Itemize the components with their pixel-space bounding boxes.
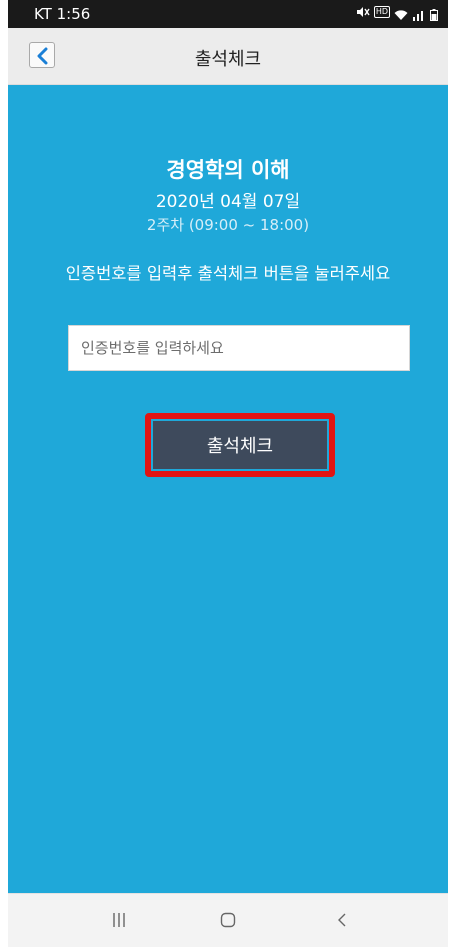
home-icon[interactable] <box>220 912 236 932</box>
recents-icon[interactable] <box>112 912 126 932</box>
mute-icon <box>356 6 370 18</box>
hd-icon: HD <box>373 6 390 18</box>
instruction-text: 인증번호를 입력후 출석체크 버튼을 눌러주세요 <box>65 264 391 283</box>
attendance-check-button[interactable]: 출석체크 <box>153 421 327 469</box>
battery-icon <box>430 6 438 21</box>
app-header: 출석체크 <box>8 28 448 85</box>
navigation-bar <box>8 893 448 947</box>
check-button-highlight: 출석체크 <box>145 413 335 477</box>
phone-screen: KT 1:56 HD 출석체크 경영학의 이해 2020년 04월 07일 2주… <box>8 0 448 947</box>
course-date: 2020년 04월 07일 <box>155 192 301 212</box>
back-icon[interactable] <box>336 912 348 932</box>
signal-icon <box>412 6 426 21</box>
wifi-icon <box>394 6 408 20</box>
attendance-panel: 경영학의 이해 2020년 04월 07일 2주차 (09:00 ~ 18:00… <box>8 85 448 893</box>
carrier-time: KT 1:56 <box>34 5 91 23</box>
course-session: 2주차 (09:00 ~ 18:00) <box>146 216 310 234</box>
auth-code-input[interactable] <box>68 325 410 371</box>
status-icons: HD <box>356 6 438 21</box>
page-title: 출석체크 <box>194 49 262 70</box>
course-title: 경영학의 이해 <box>166 158 290 182</box>
status-bar: KT 1:56 HD <box>8 0 448 28</box>
